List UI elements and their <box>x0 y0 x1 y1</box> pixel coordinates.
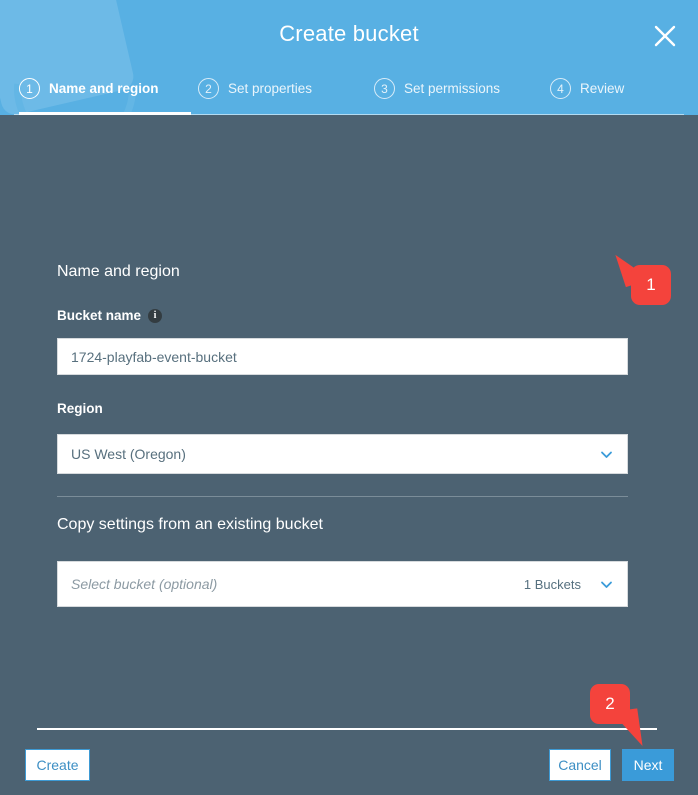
step-number-3: 3 <box>374 78 395 99</box>
step-indicator: 1 Name and region 2 Set properties 3 Set… <box>0 69 698 115</box>
copy-settings-dropdown-right: 1 Buckets <box>524 577 614 592</box>
bucket-count-label: 1 Buckets <box>523 576 581 592</box>
step-number-4: 4 <box>550 78 571 99</box>
step-set-permissions[interactable]: 3 Set permissions <box>374 69 541 115</box>
copy-settings-title: Copy settings from an existing bucket <box>57 516 323 533</box>
chevron-down-icon[interactable] <box>599 577 614 592</box>
bucket-name-value: 1724-playfab-event-bucket <box>71 348 237 365</box>
create-button[interactable]: Create <box>25 749 90 781</box>
callout-marker-1: 1 <box>631 265 671 305</box>
step-label-2: Set properties <box>228 81 313 96</box>
step-number-2: 2 <box>198 78 219 99</box>
footer-divider <box>37 728 657 730</box>
copy-settings-select[interactable]: Select bucket (optional) 1 Buckets <box>57 561 628 607</box>
step-label-1: Name and region <box>49 81 159 96</box>
info-icon[interactable]: i <box>148 308 163 323</box>
copy-settings-placeholder: Select bucket (optional) <box>71 576 218 592</box>
step-label-3: Set permissions <box>404 81 501 96</box>
region-value: US West (Oregon) <box>71 446 186 462</box>
dialog-header: Create bucket 1 Name and region 2 Set pr… <box>0 0 698 115</box>
section-divider <box>57 496 628 497</box>
bucket-name-label: Bucket name i <box>57 308 163 323</box>
next-button[interactable]: Next <box>622 749 674 781</box>
section-title-name-and-region: Name and region <box>57 263 180 280</box>
callout-marker-2: 2 <box>590 684 630 724</box>
region-label-text: Region <box>57 401 103 416</box>
step-number-1: 1 <box>19 78 40 99</box>
close-icon[interactable] <box>650 21 680 51</box>
create-bucket-dialog: Create bucket 1 Name and region 2 Set pr… <box>0 0 698 795</box>
chevron-down-icon[interactable] <box>599 447 614 462</box>
bucket-name-label-text: Bucket name <box>57 308 142 323</box>
step-set-properties[interactable]: 2 Set properties <box>198 69 354 115</box>
step-name-and-region[interactable]: 1 Name and region <box>19 69 191 115</box>
cancel-button[interactable]: Cancel <box>549 749 611 781</box>
bucket-name-input[interactable]: 1724-playfab-event-bucket <box>57 338 628 375</box>
region-label: Region <box>57 401 103 416</box>
page-title: Create bucket <box>279 21 419 46</box>
step-review[interactable]: 4 Review <box>550 69 660 115</box>
region-select[interactable]: US West (Oregon) <box>57 434 628 474</box>
region-dropdown-right <box>599 447 614 462</box>
step-label-4: Review <box>580 81 625 96</box>
